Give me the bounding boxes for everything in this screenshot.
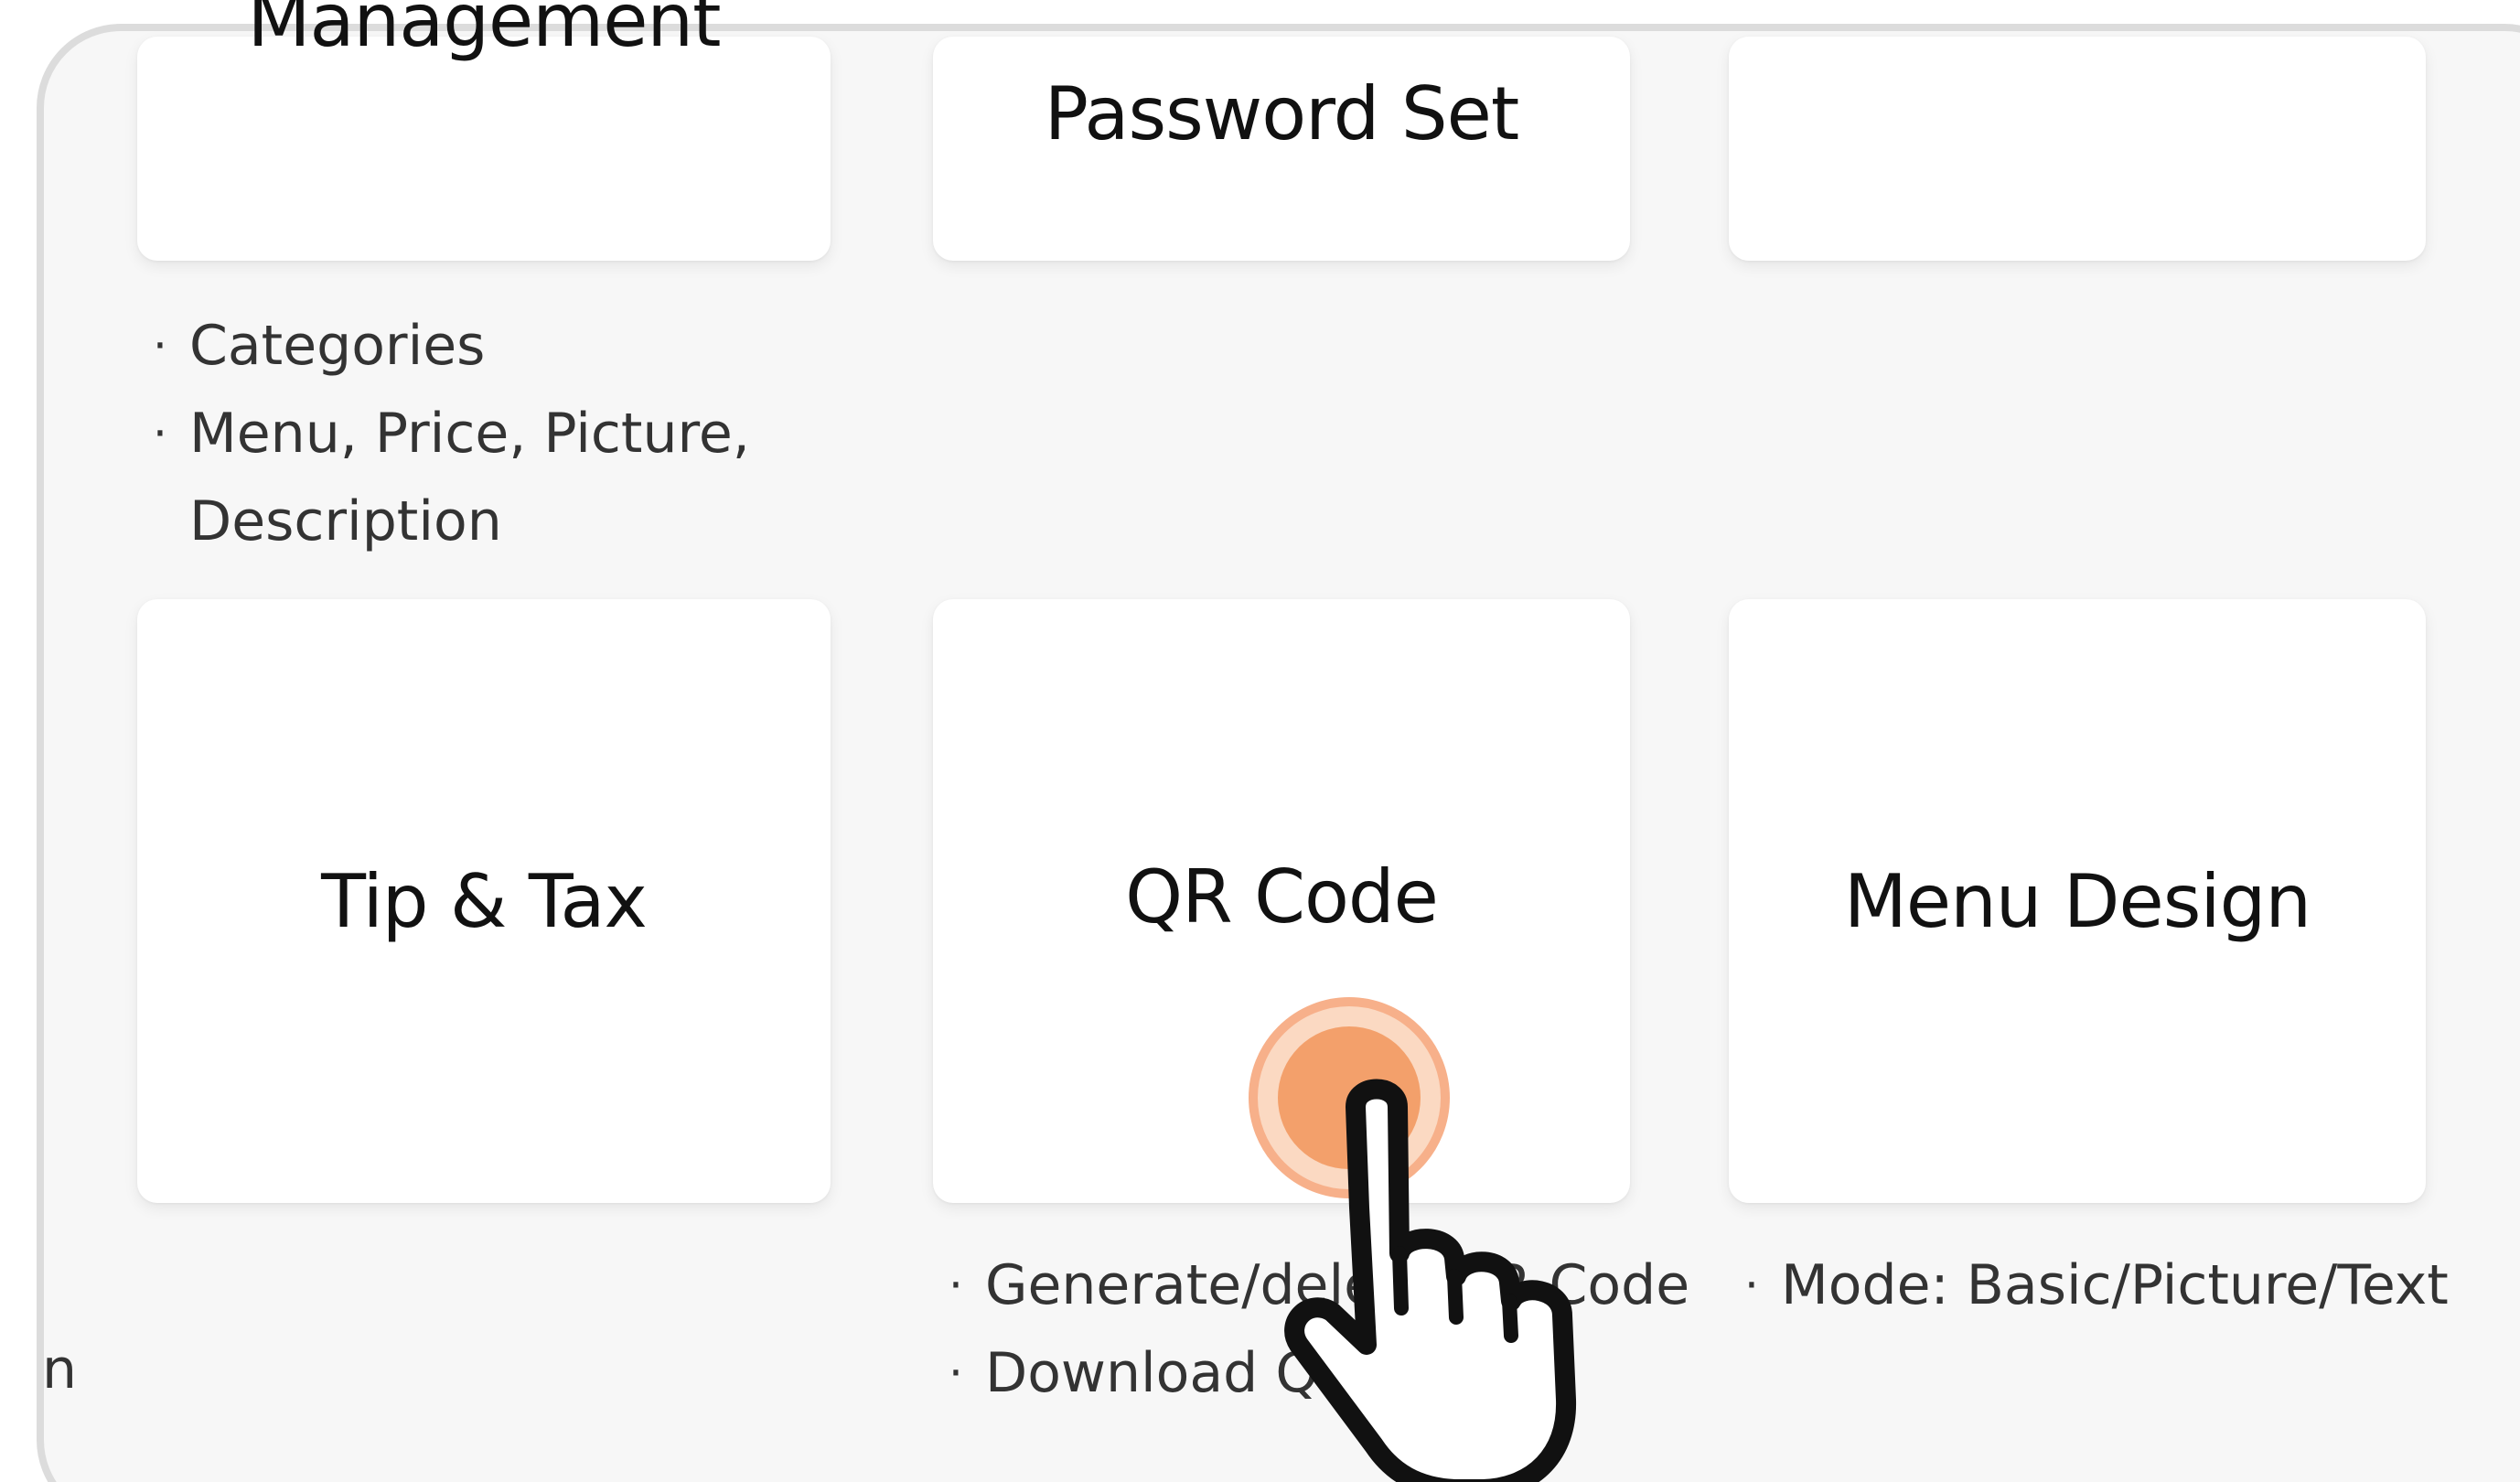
bullet-icon: · bbox=[1744, 1259, 1759, 1312]
clipped-text: n bbox=[42, 1337, 78, 1401]
feature-item: · Menu, Price, Picture, bbox=[151, 390, 750, 478]
menu-management-title: Management bbox=[247, 0, 722, 63]
menu-management-card[interactable]: Management bbox=[137, 0, 831, 261]
bullet-icon: · bbox=[949, 1347, 963, 1400]
bullet-icon: · bbox=[153, 319, 167, 372]
feature-item: · Categories bbox=[151, 302, 750, 390]
password-set-title: Password Set bbox=[1044, 71, 1519, 156]
bullet-icon: · bbox=[949, 1259, 963, 1312]
feature-item: Description bbox=[189, 489, 502, 553]
menu-design-feature-list: · Mode: Basic/Picture/Text bbox=[1743, 1241, 2449, 1329]
menu-management-feature-list: · Categories · Menu, Price, Picture, Des… bbox=[151, 302, 750, 565]
menu-design-title: Menu Design bbox=[1843, 858, 2311, 944]
qr-code-title: QR Code bbox=[1125, 854, 1439, 940]
bullet-icon: · bbox=[153, 407, 167, 460]
menu-design-card[interactable]: Menu Design bbox=[1729, 599, 2426, 1203]
tip-tax-title: Tip & Tax bbox=[321, 858, 648, 944]
qr-code-feature-list: · Generate/delete QR Code · Download QR bbox=[947, 1241, 1689, 1417]
feature-item: · Download QR bbox=[947, 1329, 1689, 1417]
password-set-card[interactable]: Password Set bbox=[933, 37, 1630, 261]
third-card[interactable] bbox=[1729, 37, 2426, 261]
qr-code-card[interactable]: QR Code bbox=[933, 599, 1630, 1203]
feature-item: · Mode: Basic/Picture/Text bbox=[1743, 1241, 2449, 1329]
feature-item: · Generate/delete QR Code bbox=[947, 1241, 1689, 1329]
app-screen: Management Password Set · Categories · M… bbox=[0, 0, 2520, 1482]
tip-tax-card[interactable]: Tip & Tax bbox=[137, 599, 831, 1203]
